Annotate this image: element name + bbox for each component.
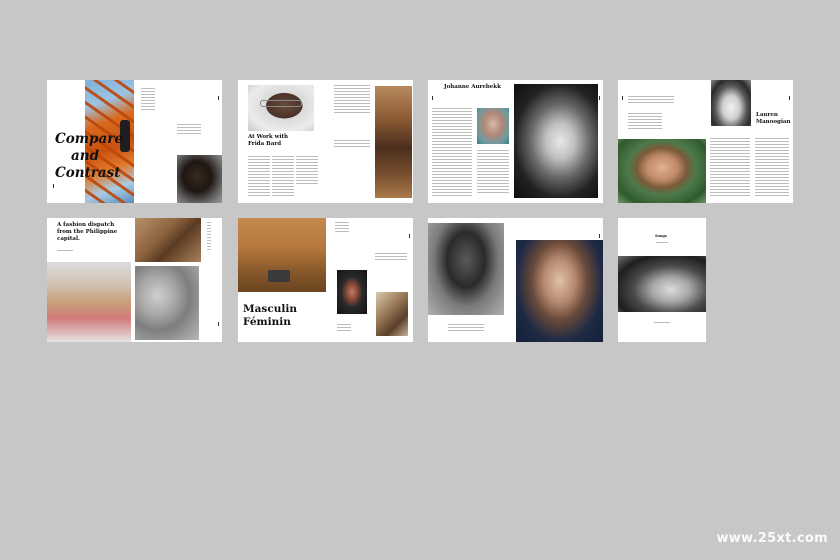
title-fashion-1: A fashion dispatch — [57, 222, 115, 228]
spread-masculin-feminin[interactable]: Masculin Féminin — [238, 218, 413, 342]
title-and: and — [71, 148, 100, 164]
footer-text — [654, 322, 670, 324]
page-marker-right — [218, 96, 219, 100]
body-col-mid — [710, 138, 750, 198]
body-col-1 — [248, 156, 270, 196]
title-feminin: Féminin — [243, 316, 291, 328]
caption-small — [337, 324, 351, 332]
caption-small — [628, 113, 662, 129]
photo-portrait-man — [177, 155, 222, 203]
photo-girl-leaves — [618, 139, 706, 203]
title-at-work: At Work with — [248, 134, 289, 140]
page-marker-right — [409, 234, 410, 238]
spread-at-work[interactable]: At Work with Frida Bard — [238, 80, 413, 203]
quote-text — [628, 96, 674, 104]
body-col-right — [755, 138, 789, 198]
title-songs: Songs — [655, 234, 667, 238]
photo-mirror — [337, 270, 367, 314]
side-note — [334, 140, 370, 148]
page-marker-right — [599, 96, 600, 100]
page-marker-right — [218, 322, 219, 326]
title-johanne: Johanne Aurebekk — [444, 84, 501, 90]
intro-text — [177, 124, 201, 134]
photo-woman-hat — [618, 256, 706, 312]
spread-compare-and-contrast[interactable]: Compare and Contrast — [47, 80, 222, 203]
page-songs[interactable]: Songs — [618, 218, 706, 342]
page-marker-right — [789, 96, 790, 100]
spread-embrace[interactable] — [428, 218, 603, 342]
title-masculin: Masculin — [243, 303, 297, 315]
spread-johanne[interactable]: Johanne Aurebekk — [428, 80, 603, 203]
spread-fashion-dispatch[interactable]: A fashion dispatch from the Philippine c… — [47, 218, 222, 342]
photo-hands-small — [376, 292, 408, 336]
caption-text — [141, 88, 155, 110]
page-marker-left — [622, 96, 623, 100]
title-manoogian: Manoogian — [756, 119, 791, 125]
photo-two-men — [135, 266, 199, 340]
title-frida-bard: Frida Bard — [248, 141, 282, 147]
title-fashion-3: capital. — [57, 236, 80, 242]
page-marker-right — [599, 234, 600, 238]
title-contrast: Contrast — [55, 165, 121, 181]
photo-embrace-bw — [428, 223, 504, 315]
watermark: www.25xt.com — [716, 531, 828, 546]
photo-plant — [711, 80, 751, 126]
photo-man-hand-face — [516, 240, 603, 342]
photo-hands-brown — [135, 218, 201, 262]
vertical-title — [207, 222, 211, 252]
body-col-3 — [296, 156, 318, 186]
subtitle — [656, 242, 668, 244]
byline — [57, 250, 73, 253]
spread-lauren[interactable]: Lauren Manoogian — [618, 80, 793, 203]
photo-bw-woman — [514, 84, 598, 198]
photo-small-portrait — [477, 108, 509, 144]
title-compare: Compare — [55, 131, 123, 147]
body-col-2 — [272, 156, 294, 196]
caption-col — [477, 150, 509, 194]
quote-text — [334, 85, 370, 113]
photo-two-models — [47, 262, 131, 342]
title-fashion-2: from the Philippine — [57, 229, 118, 235]
photo-hands-portrait — [375, 86, 412, 198]
quote-text — [375, 253, 407, 261]
body-col-left — [432, 108, 472, 196]
photo-glasses — [260, 100, 302, 107]
page-marker-left — [53, 184, 54, 188]
photo-camera — [268, 270, 290, 282]
intro-text — [335, 222, 349, 234]
title-lauren: Lauren — [756, 112, 778, 118]
caption-embrace — [448, 324, 484, 331]
page-marker-left — [432, 96, 433, 100]
photo-face-pearls — [248, 85, 314, 131]
